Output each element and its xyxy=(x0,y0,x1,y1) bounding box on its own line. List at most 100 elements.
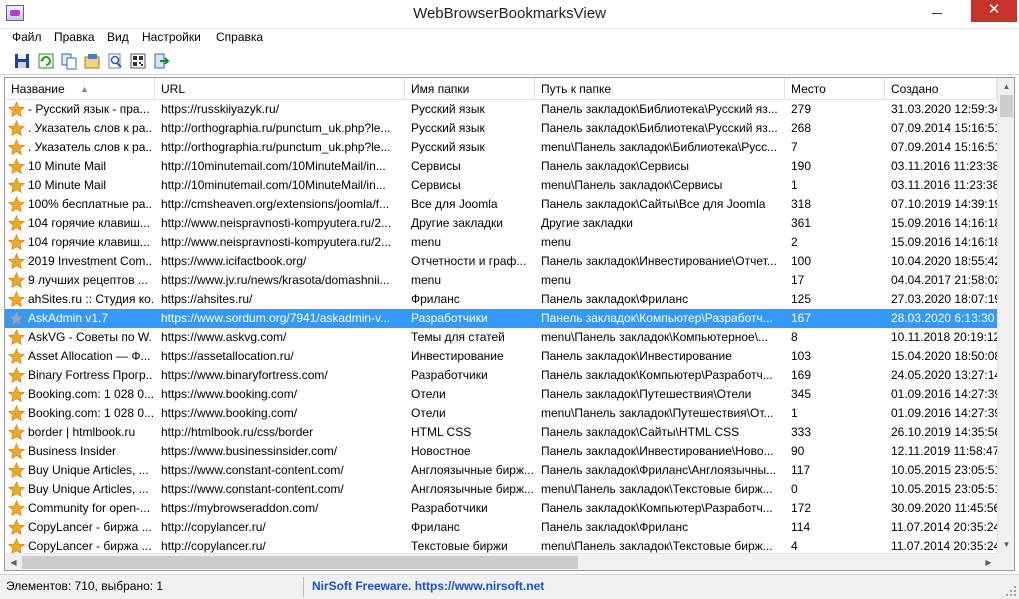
cell-pos: 172 xyxy=(791,501,812,515)
bookmark-star-icon xyxy=(8,253,25,270)
cell-url: http://htmlbook.ru/css/border xyxy=(161,425,314,439)
cell-created: 04.04.2017 21:58:02 xyxy=(891,273,997,287)
cell-folder: Отели xyxy=(411,387,446,401)
bookmark-star-icon xyxy=(8,367,25,384)
cell-pos: 167 xyxy=(791,311,812,325)
cell-path: Панель закладок\Сайты\HTML CSS xyxy=(541,425,740,439)
cell-pos: 100 xyxy=(791,254,812,268)
refresh-icon[interactable] xyxy=(37,52,55,70)
nirsoft-link[interactable]: NirSoft Freeware. https://www.nirsoft.ne… xyxy=(312,579,544,593)
horizontal-scroll-thumb[interactable] xyxy=(22,556,578,569)
table-row[interactable]: 100% бесплатные ра... http://cmsheaven.or… xyxy=(5,195,997,214)
table-row[interactable]: 104 горячие клавиш... http://www.neisprav… xyxy=(5,214,997,233)
cell-path: Панель закладок\Фриланс xyxy=(541,292,689,306)
properties-icon[interactable] xyxy=(83,52,101,70)
menu-file[interactable]: Файл xyxy=(12,30,42,44)
save-icon[interactable] xyxy=(13,52,31,70)
table-row[interactable]: 10 Minute Mail http://10minutemail.com/10… xyxy=(5,176,997,195)
bookmark-star-icon xyxy=(8,462,25,479)
menu-view[interactable]: Вид xyxy=(107,30,129,44)
cell-name: 104 горячие клавиш... xyxy=(28,235,150,249)
cell-name: Booking.com: 1 028 0... xyxy=(28,406,153,420)
table-row[interactable]: Booking.com: 1 028 0... https://www.booki… xyxy=(5,385,997,404)
table-row[interactable]: - Русский язык - пра... https://russkiiya… xyxy=(5,100,997,119)
table-row[interactable]: CopyLancer - биржа ... http://copylancer.… xyxy=(5,518,997,537)
cell-path: menu\Панель закладок\Сервисы xyxy=(541,178,723,192)
menu-help[interactable]: Справка xyxy=(216,30,263,44)
table-row[interactable]: 2019 Investment Com... https://www.icifac… xyxy=(5,252,997,271)
scroll-down-icon[interactable]: ▼ xyxy=(998,536,1014,553)
cell-path: Панель закладок\Компьютер\Разработч... xyxy=(541,368,773,382)
status-divider xyxy=(303,577,304,597)
column-header-position[interactable]: Место xyxy=(785,78,885,100)
find-icon[interactable] xyxy=(106,52,124,70)
table-row[interactable]: . Указатель слов к ра... http://orthograp… xyxy=(5,119,997,138)
cell-name: Buy Unique Articles, ... xyxy=(28,463,149,477)
table-row[interactable]: ahSites.ru :: Студия ко... https://ahsite… xyxy=(5,290,997,309)
cell-name: . Указатель слов к ра... xyxy=(28,121,153,135)
scrollbar-corner xyxy=(997,553,1014,570)
cell-path: Панель закладок\Библиотека\Русский яз... xyxy=(541,102,778,116)
table-row[interactable]: Buy Unique Articles, ... https://www.cons… xyxy=(5,461,997,480)
close-button[interactable]: ✕ xyxy=(971,0,1017,22)
bookmark-star-icon xyxy=(8,120,25,137)
vertical-scroll-thumb[interactable] xyxy=(1000,95,1013,117)
cell-created: 10.04.2020 18:55:42 xyxy=(891,254,997,268)
exit-icon[interactable] xyxy=(152,52,170,70)
scroll-left-icon[interactable]: ◀ xyxy=(5,554,22,570)
column-header-created[interactable]: Создано xyxy=(885,78,997,100)
cell-pos: 17 xyxy=(791,273,805,287)
cell-folder: HTML CSS xyxy=(411,425,472,439)
table-row[interactable]: 9 лучших рецептов ... https://www.jv.ru/n… xyxy=(5,271,997,290)
cell-folder: Разработчики xyxy=(411,368,488,382)
table-row[interactable]: 10 Minute Mail http://10minutemail.com/10… xyxy=(5,157,997,176)
resize-grip-icon[interactable] xyxy=(1005,585,1017,597)
html-report-icon[interactable] xyxy=(129,52,147,70)
scroll-right-icon[interactable]: ▶ xyxy=(980,554,997,570)
scroll-up-icon[interactable]: ▲ xyxy=(998,78,1014,95)
column-header-folder-path[interactable]: Путь к папке xyxy=(535,78,785,100)
bookmark-star-icon xyxy=(8,196,25,213)
bookmark-star-icon xyxy=(8,215,25,232)
status-item-count: Элементов: 710, выбрано: 1 xyxy=(6,579,164,593)
cell-created: 26.10.2019 14:35:56 xyxy=(891,425,997,439)
table-row[interactable]: Buy Unique Articles, ... https://www.cons… xyxy=(5,480,997,499)
minimize-button[interactable] xyxy=(922,0,952,22)
cell-name: border | htmlbook.ru xyxy=(28,425,136,439)
table-row[interactable]: Business Insider https://www.businessinsi… xyxy=(5,442,997,461)
vertical-scrollbar[interactable]: ▲ ▼ xyxy=(997,78,1014,553)
table-row[interactable]: 104 горячие клавиш... http://www.neisprav… xyxy=(5,233,997,252)
horizontal-scrollbar[interactable]: ◀ ▶ xyxy=(5,553,997,570)
cell-folder: Отчетности и граф... xyxy=(411,254,527,268)
cell-folder: Темы для статей xyxy=(411,330,505,344)
cell-url: https://ahsites.ru/ xyxy=(161,292,253,306)
cell-created: 15.04.2020 18:50:08 xyxy=(891,349,997,363)
table-row[interactable]: Booking.com: 1 028 0... https://www.booki… xyxy=(5,404,997,423)
table-row[interactable]: Asset Allocation — Ф... https://assetallo… xyxy=(5,347,997,366)
table-row[interactable]: . Указатель слов к ра... http://orthograp… xyxy=(5,138,997,157)
cell-folder: Англоязычные бирж... xyxy=(411,482,534,496)
bookmark-star-icon xyxy=(8,291,25,308)
table-row[interactable]: AskAdmin v1.7 https://www.sordum.org/7941… xyxy=(5,309,997,328)
table-row[interactable]: AskVG - Советы по W... https://www.askvg.… xyxy=(5,328,997,347)
cell-name: Community for open-... xyxy=(28,501,151,515)
cell-url: http://www.neispravnosti-kompyutera.ru/2… xyxy=(161,216,392,230)
cell-path: Панель закладок\Фриланс\Англоязычны... xyxy=(541,463,777,477)
menu-edit[interactable]: Правка xyxy=(54,30,95,44)
bookmarks-list[interactable]: Название ▲ URL Имя папки Путь к папке Ме… xyxy=(4,77,1015,571)
copy-icon[interactable] xyxy=(60,52,78,70)
cell-pos: 333 xyxy=(791,425,812,439)
cell-pos: 1 xyxy=(791,406,798,420)
column-header-folder-name[interactable]: Имя папки xyxy=(405,78,535,100)
table-row[interactable]: border | htmlbook.ru http://htmlbook.ru/c… xyxy=(5,423,997,442)
menu-bar: Файл Правка Вид Настройки Справка xyxy=(0,29,1019,47)
column-header-url[interactable]: URL xyxy=(155,78,405,100)
cell-pos: 7 xyxy=(791,140,798,154)
table-row[interactable]: Community for open-... https://mybrowsera… xyxy=(5,499,997,518)
table-row[interactable]: Binary Fortress Прогр... https://www.bina… xyxy=(5,366,997,385)
bookmark-star-icon xyxy=(8,177,25,194)
menu-settings[interactable]: Настройки xyxy=(142,30,201,44)
cell-url: https://www.constant-content.com/ xyxy=(161,463,344,477)
bookmark-star-icon xyxy=(8,443,25,460)
column-header-name[interactable]: Название ▲ xyxy=(5,78,155,100)
